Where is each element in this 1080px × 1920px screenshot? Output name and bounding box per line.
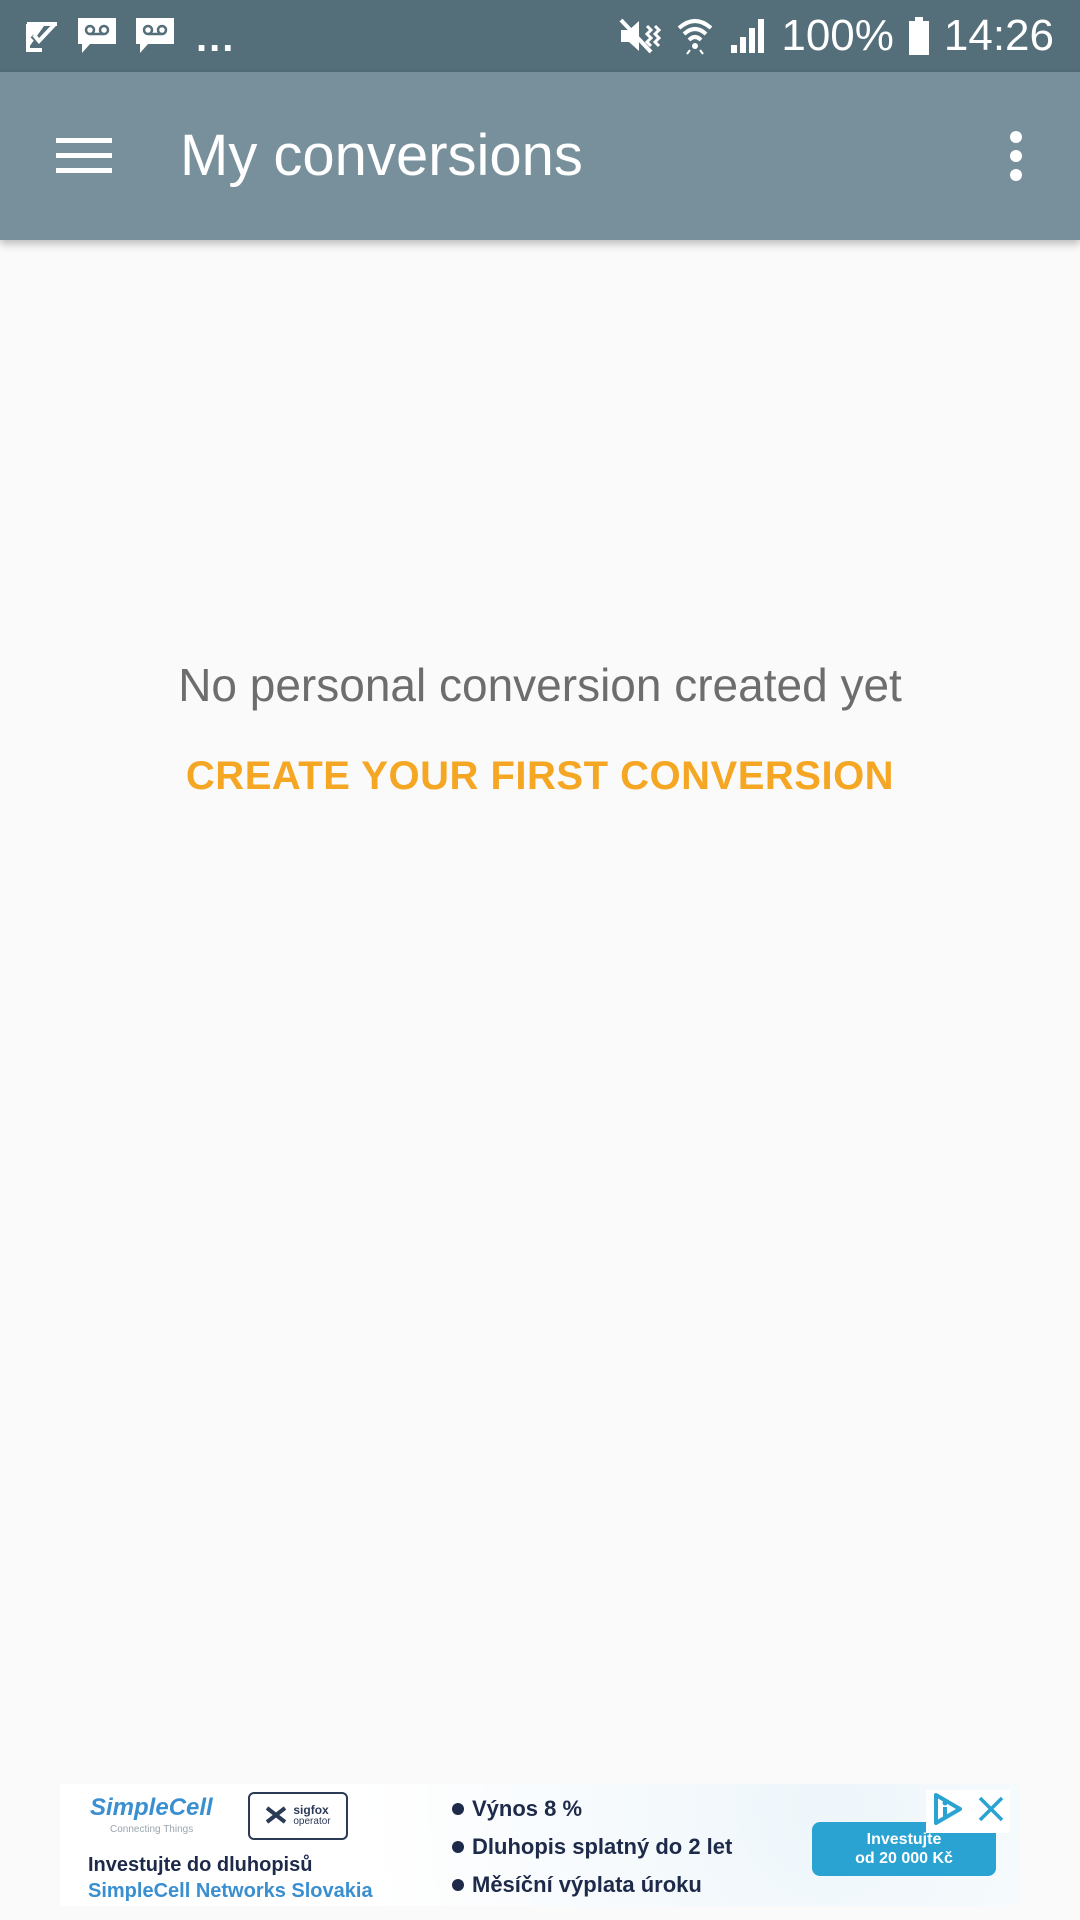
ad-subheadline: SimpleCell Networks Slovakia bbox=[88, 1880, 373, 1902]
ad-banner[interactable]: SimpleCell Connecting Things sigfox oper… bbox=[60, 1784, 1020, 1906]
status-bar: ... 100% 14:26 bbox=[0, 0, 1080, 72]
create-first-conversion-button[interactable]: CREATE YOUR FIRST CONVERSION bbox=[166, 742, 914, 810]
check-notification-icon bbox=[24, 18, 60, 54]
battery-percentage: 100% bbox=[781, 11, 894, 60]
voicemail-icon bbox=[134, 16, 176, 56]
ad-bullet: Měsíční výplata úroku bbox=[452, 1866, 732, 1904]
empty-state: No personal conversion created yet CREAT… bbox=[0, 650, 1080, 810]
more-notifications-indicator: ... bbox=[196, 16, 236, 60]
ad-brand-logo: SimpleCell bbox=[90, 1794, 213, 1821]
ad-partner-logo: sigfox operator bbox=[248, 1792, 348, 1840]
more-vert-icon bbox=[1008, 130, 1024, 187]
ad-partner-name: sigfox bbox=[293, 1803, 329, 1817]
battery-icon bbox=[908, 16, 930, 56]
clock: 14:26 bbox=[943, 11, 1054, 60]
ad-controls bbox=[926, 1790, 1010, 1833]
ad-bullet: Dluhopis splatný do 2 let bbox=[452, 1828, 732, 1866]
ad-bullet: Výnos 8 % bbox=[452, 1790, 732, 1828]
ad-partner-sub: operator bbox=[293, 1816, 331, 1827]
hamburger-menu-icon bbox=[56, 136, 112, 181]
ad-close-icon[interactable] bbox=[976, 1794, 1006, 1829]
voicemail-icon bbox=[76, 16, 118, 56]
empty-state-message: No personal conversion created yet bbox=[178, 659, 902, 711]
status-bar-system: 100% 14:26 bbox=[617, 14, 1054, 58]
ad-choices-icon[interactable] bbox=[930, 1792, 964, 1831]
ad-cta-line2: od 20 000 Kč bbox=[855, 1850, 953, 1867]
overflow-menu-button[interactable] bbox=[972, 114, 1060, 202]
app-bar: My conversions bbox=[0, 72, 1080, 240]
ad-bullet-list: Výnos 8 % Dluhopis splatný do 2 let Měsí… bbox=[452, 1790, 732, 1904]
wifi-icon bbox=[675, 16, 715, 56]
navigation-menu-button[interactable] bbox=[40, 114, 128, 202]
ad-brand-tagline: Connecting Things bbox=[110, 1824, 194, 1835]
ad-headline: Investujte do dluhopisů bbox=[88, 1854, 313, 1876]
page-title: My conversions bbox=[180, 123, 583, 188]
sigfox-icon bbox=[265, 1806, 287, 1826]
status-bar-notifications: ... bbox=[24, 14, 235, 58]
mute-vibrate-icon bbox=[617, 16, 662, 56]
signal-icon bbox=[729, 17, 767, 55]
